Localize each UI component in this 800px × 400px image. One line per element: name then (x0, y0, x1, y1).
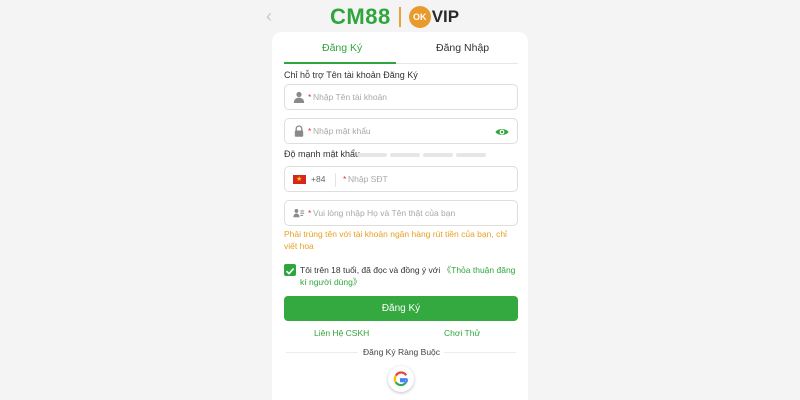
phone-input[interactable]: ★ +84 * Nhập SĐT (284, 166, 518, 192)
fullname-warning: Phải trùng tên với tài khoản ngân hàng r… (284, 229, 507, 251)
tab-register[interactable]: Đăng Ký (322, 42, 362, 54)
dial-separator (335, 173, 336, 187)
user-icon (293, 91, 305, 103)
trial-link[interactable]: Chơi Thử (444, 328, 480, 338)
id-card-icon (293, 209, 305, 218)
dial-code[interactable]: +84 (311, 174, 325, 184)
register-button[interactable]: Đăng Ký (284, 296, 518, 321)
divider-left (286, 352, 358, 353)
google-icon (393, 371, 409, 387)
strength-bar-1 (357, 153, 387, 157)
required-mark: * (308, 208, 312, 218)
required-mark: * (308, 126, 312, 136)
brand-okvip: OK VIP (408, 6, 460, 28)
strength-bar-3 (423, 153, 453, 157)
back-chevron-icon[interactable]: ‹ (266, 6, 282, 26)
required-mark: * (308, 92, 312, 102)
okvip-badge-icon: OK (408, 6, 431, 28)
support-link[interactable]: Liên Hệ CSKH (314, 328, 369, 338)
phone-placeholder: Nhập SĐT (348, 174, 388, 184)
required-mark: * (343, 174, 347, 184)
brand-divider (398, 7, 401, 27)
vietnam-flag-icon[interactable]: ★ (293, 175, 306, 184)
terms-text: Tôi trên 18 tuổi, đã đọc và đồng ý với (300, 265, 441, 275)
terms-text-block: Tôi trên 18 tuổi, đã đọc và đồng ý với 《… (300, 264, 520, 288)
fullname-input[interactable]: * Vui lòng nhập Họ và Tên thật của bạn (284, 200, 518, 226)
google-login-button[interactable] (388, 366, 414, 392)
lock-icon (294, 125, 304, 137)
fullname-placeholder: Vui lòng nhập Họ và Tên thật của bạn (313, 208, 456, 218)
password-placeholder: Nhập mật khẩu (313, 126, 371, 136)
brand-logo: CM88 OK VIP (330, 4, 459, 30)
brand-vip-text: VIP (431, 7, 460, 26)
username-placeholder: Nhập Tên tài khoản (313, 92, 388, 102)
divider-right (444, 352, 516, 353)
username-input[interactable]: * Nhập Tên tài khoản (284, 84, 518, 110)
check-icon (285, 268, 295, 275)
password-strength-label: Độ mạnh mật khẩu (284, 149, 361, 159)
auth-tabs: Đăng Ký Đăng Nhập (284, 36, 518, 64)
brand-cm88-text: CM88 (330, 4, 391, 29)
active-tab-indicator (284, 62, 396, 64)
username-hint: Chỉ hỗ trợ Tên tài khoản Đăng Ký (284, 70, 418, 80)
tab-login[interactable]: Đăng Nhập (436, 42, 489, 54)
terms-checkbox[interactable] (284, 264, 296, 276)
strength-bar-4 (456, 153, 486, 157)
eye-icon[interactable] (495, 125, 509, 139)
strength-bar-2 (390, 153, 420, 157)
password-input[interactable]: * Nhập mật khẩu (284, 118, 518, 144)
social-register-title: Đăng Ký Ràng Buộc (363, 347, 441, 357)
